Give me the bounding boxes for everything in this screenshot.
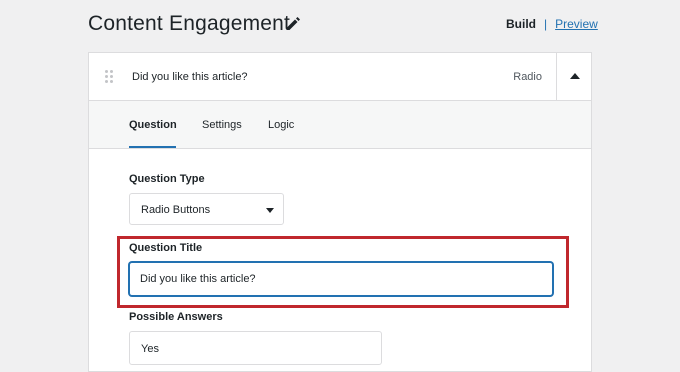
caret-down-icon [266,208,274,213]
tab-question[interactable]: Question [129,119,177,131]
tab-bar: Question Settings Logic [89,101,591,149]
question-type-select[interactable]: Radio Buttons [129,193,284,225]
question-card: Did you like this article? Radio Questio… [88,52,592,372]
possible-answers-label: Possible Answers [129,311,223,323]
answer-input[interactable]: Yes [129,331,382,365]
question-title-input[interactable]: Did you like this article? [129,262,553,296]
preview-link[interactable]: Preview [555,17,598,31]
question-header-title: Did you like this article? [132,71,248,83]
question-type-label: Question Type [129,173,205,185]
link-separator: | [544,17,548,31]
tab-logic[interactable]: Logic [268,119,294,131]
pencil-icon[interactable] [284,15,302,33]
header-links: Build | Preview [506,17,598,31]
question-title-value: Did you like this article? [140,273,256,285]
active-tab-indicator [129,146,176,148]
tab-settings[interactable]: Settings [202,119,242,131]
answer-value: Yes [141,343,159,355]
question-type-badge: Radio [513,71,542,83]
question-header[interactable]: Did you like this article? Radio [89,53,592,101]
question-type-value: Radio Buttons [141,204,211,216]
page-title: Content Engagement [88,12,291,35]
chevron-up-icon [570,73,580,79]
build-link[interactable]: Build [506,17,536,31]
question-title-label: Question Title [129,242,203,254]
collapse-button[interactable] [556,53,592,100]
drag-handle-icon[interactable] [105,70,113,84]
